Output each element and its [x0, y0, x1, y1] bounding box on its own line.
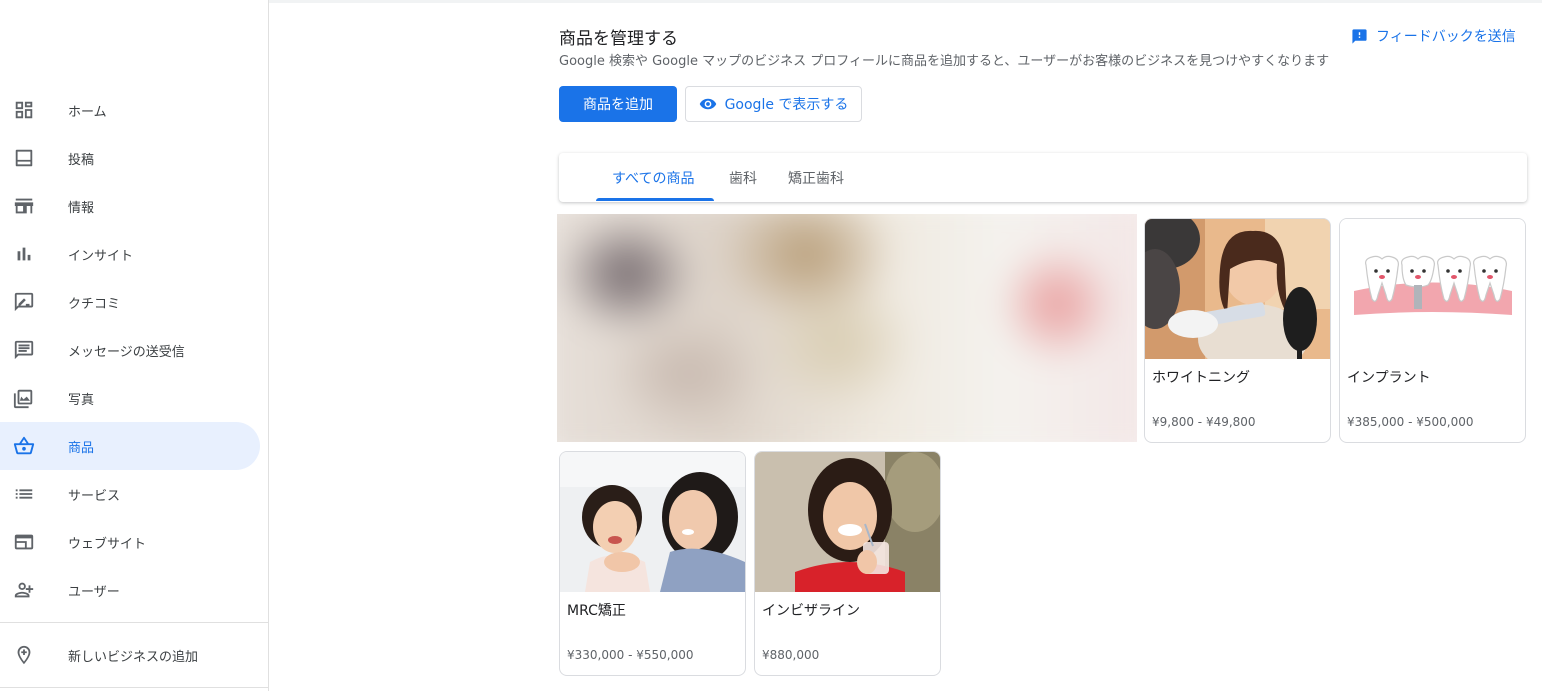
- sidebar-item-info[interactable]: 情報: [0, 182, 260, 230]
- sidebar-item-label: 投稿: [68, 152, 95, 168]
- sidebar-item-website[interactable]: ウェブサイト: [0, 518, 260, 566]
- sidebar-item-label: 新しいビジネスの追加: [68, 649, 199, 665]
- sidebar-item-products[interactable]: 商品: [0, 422, 260, 470]
- product-name: ホワイトニング: [1152, 370, 1250, 386]
- sidebar-item-services[interactable]: サービス: [0, 470, 260, 518]
- sidebar-item-label: 商品: [68, 440, 95, 456]
- sidebar-item-home[interactable]: ホーム: [0, 86, 260, 134]
- sidebar-item-label: 情報: [68, 200, 95, 216]
- tab-orthodontics[interactable]: 矯正歯科: [788, 153, 844, 202]
- sidebar-item-label: ウェブサイト: [68, 536, 147, 552]
- tab-all-products[interactable]: すべての商品: [612, 153, 694, 202]
- review-icon: [12, 290, 36, 314]
- product-name: インビザライン: [762, 603, 860, 619]
- sidebar-item-label: ユーザー: [68, 584, 120, 600]
- view-on-google-label: Google で表示する: [724, 97, 849, 113]
- feedback-icon: [1351, 28, 1368, 45]
- sidebar-item-label: インサイト: [68, 248, 134, 264]
- sidebar-divider: [0, 687, 268, 688]
- sidebar: ホーム 投稿 情報 インサイト クチコミ メッセージの送受信 写真 商品 サービ…: [0, 0, 269, 691]
- photo-icon: [12, 386, 36, 410]
- eye-icon: [699, 95, 717, 113]
- sidebar-item-reviews[interactable]: クチコミ: [0, 278, 260, 326]
- view-on-google-button[interactable]: Google で表示する: [685, 86, 862, 122]
- sidebar-item-label: ホーム: [68, 104, 107, 120]
- sidebar-item-insights[interactable]: インサイト: [0, 230, 260, 278]
- product-card-mrc[interactable]: MRC矯正 ¥330,000 - ¥550,000: [559, 451, 746, 676]
- feedback-label: フィードバックを送信: [1376, 29, 1516, 45]
- product-price: ¥385,000 - ¥500,000: [1347, 415, 1474, 429]
- add-user-icon: [12, 578, 36, 602]
- product-image: [1340, 219, 1525, 359]
- sidebar-item-label: メッセージの送受信: [68, 344, 185, 360]
- product-image: [1145, 219, 1330, 359]
- sidebar-item-users[interactable]: ユーザー: [0, 566, 260, 614]
- product-image: [560, 452, 745, 592]
- website-icon: [12, 530, 36, 554]
- send-feedback-link[interactable]: フィードバックを送信: [1351, 26, 1516, 46]
- sidebar-item-add-business[interactable]: 新しいビジネスの追加: [0, 631, 260, 679]
- message-icon: [12, 338, 36, 362]
- sidebar-divider: [0, 622, 268, 623]
- product-card-implant[interactable]: インプラント ¥385,000 - ¥500,000: [1339, 218, 1526, 443]
- product-price: ¥880,000: [762, 648, 820, 662]
- product-card-invisalign[interactable]: インビザライン ¥880,000: [754, 451, 941, 676]
- sidebar-item-label: サービス: [68, 488, 121, 504]
- tab-dental[interactable]: 歯科: [729, 153, 757, 202]
- bar-chart-icon: [12, 242, 36, 266]
- product-price: ¥330,000 - ¥550,000: [567, 648, 694, 662]
- product-name: MRC矯正: [567, 603, 626, 619]
- product-image: [755, 452, 940, 592]
- dashboard-icon: [12, 98, 36, 122]
- sidebar-item-posts[interactable]: 投稿: [0, 134, 260, 182]
- basket-icon: [12, 434, 36, 458]
- product-card-whitening[interactable]: ホワイトニング ¥9,800 - ¥49,800: [1144, 218, 1331, 443]
- add-product-button[interactable]: 商品を追加: [559, 86, 677, 122]
- page-title: 商品を管理する: [559, 29, 678, 49]
- sidebar-item-photos[interactable]: 写真: [0, 374, 260, 422]
- sidebar-item-label: 写真: [68, 392, 95, 408]
- blurred-product-area: [557, 214, 1137, 442]
- category-tabs: すべての商品 歯科 矯正歯科: [559, 153, 1527, 202]
- active-tab-indicator: [596, 198, 714, 201]
- product-price: ¥9,800 - ¥49,800: [1152, 415, 1256, 429]
- sidebar-item-label: クチコミ: [68, 296, 121, 312]
- sidebar-item-messages[interactable]: メッセージの送受信: [0, 326, 260, 374]
- product-name: インプラント: [1347, 370, 1431, 386]
- page-subtitle: Google 検索や Google マップのビジネス プロフィールに商品を追加す…: [559, 54, 1330, 69]
- add-location-icon: [12, 643, 36, 667]
- list-icon: [12, 482, 36, 506]
- store-icon: [12, 194, 36, 218]
- post-icon: [12, 146, 36, 170]
